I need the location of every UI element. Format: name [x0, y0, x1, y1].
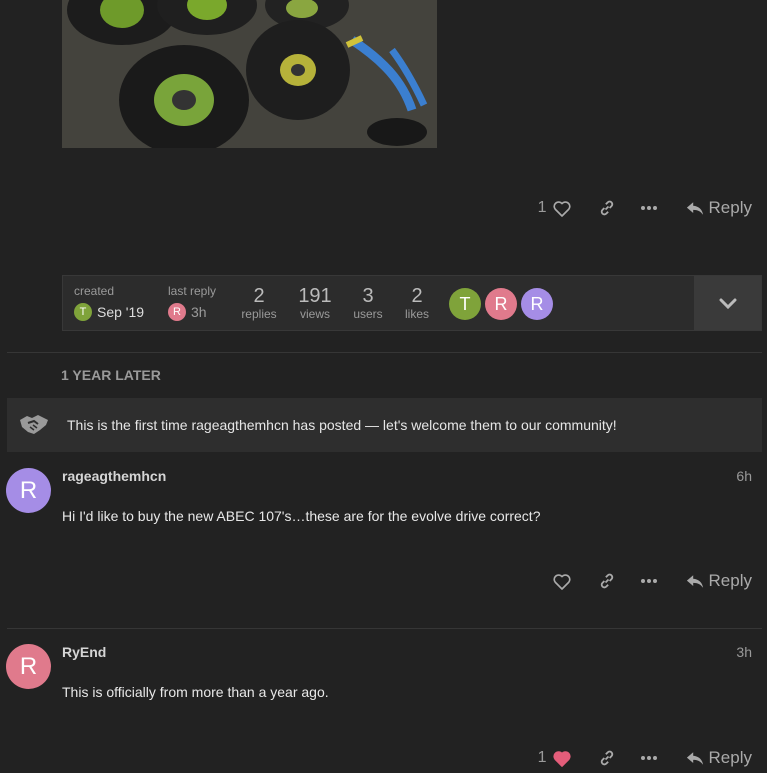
more-options-icon[interactable] [634, 193, 664, 223]
time-gap-label: 1 YEAR LATER [61, 367, 161, 383]
like-count[interactable]: 1 [538, 199, 547, 217]
first-post-notice: This is the first time rageagthemhcn has… [7, 398, 762, 452]
notice-text: This is the first time rageagthemhcn has… [67, 417, 617, 433]
post-image[interactable] [62, 0, 437, 148]
more-options-icon[interactable] [634, 566, 664, 596]
handshake-icon [20, 415, 48, 434]
likes-count: 2 [411, 285, 423, 307]
likes-label: likes [404, 307, 429, 321]
heart-icon[interactable] [550, 743, 574, 773]
topic-map: created T Sep '19 last reply R 3h 2 repl… [62, 275, 762, 331]
link-icon[interactable] [592, 193, 622, 223]
username[interactable]: RyEnd [62, 644, 106, 660]
views-label: views [299, 307, 330, 321]
reply-label: Reply [708, 571, 752, 590]
avatar[interactable]: R [6, 644, 51, 689]
username[interactable]: rageagthemhcn [62, 468, 166, 484]
post-actions: 1 Reply [538, 193, 752, 223]
last-reply-time: 3h [191, 304, 207, 320]
replies-count: 2 [253, 285, 265, 307]
participant-avatar[interactable]: T [449, 288, 481, 320]
post-body: Hi I'd like to buy the new ABEC 107's…th… [62, 508, 541, 524]
created-block: created T Sep '19 [74, 284, 144, 321]
replies-stat: 2 replies [234, 285, 284, 321]
reply-button[interactable]: Reply [686, 571, 752, 591]
avatar[interactable]: R [168, 303, 186, 321]
chevron-down-icon [719, 298, 736, 309]
link-icon[interactable] [592, 566, 622, 596]
more-options-icon[interactable] [634, 743, 664, 773]
replies-label: replies [241, 307, 277, 321]
created-date: Sep '19 [97, 304, 145, 320]
reply-button[interactable]: Reply [686, 198, 752, 218]
post-time[interactable]: 3h [736, 644, 752, 660]
reply-icon [686, 574, 703, 588]
avatar[interactable]: R [6, 468, 51, 513]
expand-topic-map-button[interactable] [694, 276, 761, 330]
likes-stat: 2 likes [392, 285, 442, 321]
users-stat: 3 users [343, 285, 393, 321]
created-label: created [74, 284, 115, 298]
reply-icon [686, 201, 703, 215]
avatar[interactable]: T [74, 303, 92, 321]
post-actions: Reply [550, 566, 752, 596]
post-actions: 1 Reply [538, 743, 752, 773]
reply-button[interactable]: Reply [686, 748, 752, 768]
reply-icon [686, 751, 703, 765]
views-stat: 191 views [290, 285, 340, 321]
heart-icon[interactable] [550, 566, 574, 596]
views-count: 191 [298, 285, 332, 307]
users-label: users [353, 307, 383, 321]
divider [7, 628, 762, 629]
link-icon[interactable] [592, 743, 622, 773]
last-reply-label: last reply [168, 284, 217, 298]
divider [7, 352, 762, 353]
participant-avatar[interactable]: R [485, 288, 517, 320]
post-body: This is officially from more than a year… [62, 684, 329, 700]
post-time[interactable]: 6h [736, 468, 752, 484]
reply-label: Reply [708, 198, 752, 217]
users-count: 3 [362, 285, 374, 307]
like-count[interactable]: 1 [538, 749, 547, 767]
reply-label: Reply [708, 748, 752, 767]
heart-icon[interactable] [550, 193, 574, 223]
last-reply-block[interactable]: last reply R 3h [168, 284, 216, 321]
participant-avatar[interactable]: R [521, 288, 553, 320]
